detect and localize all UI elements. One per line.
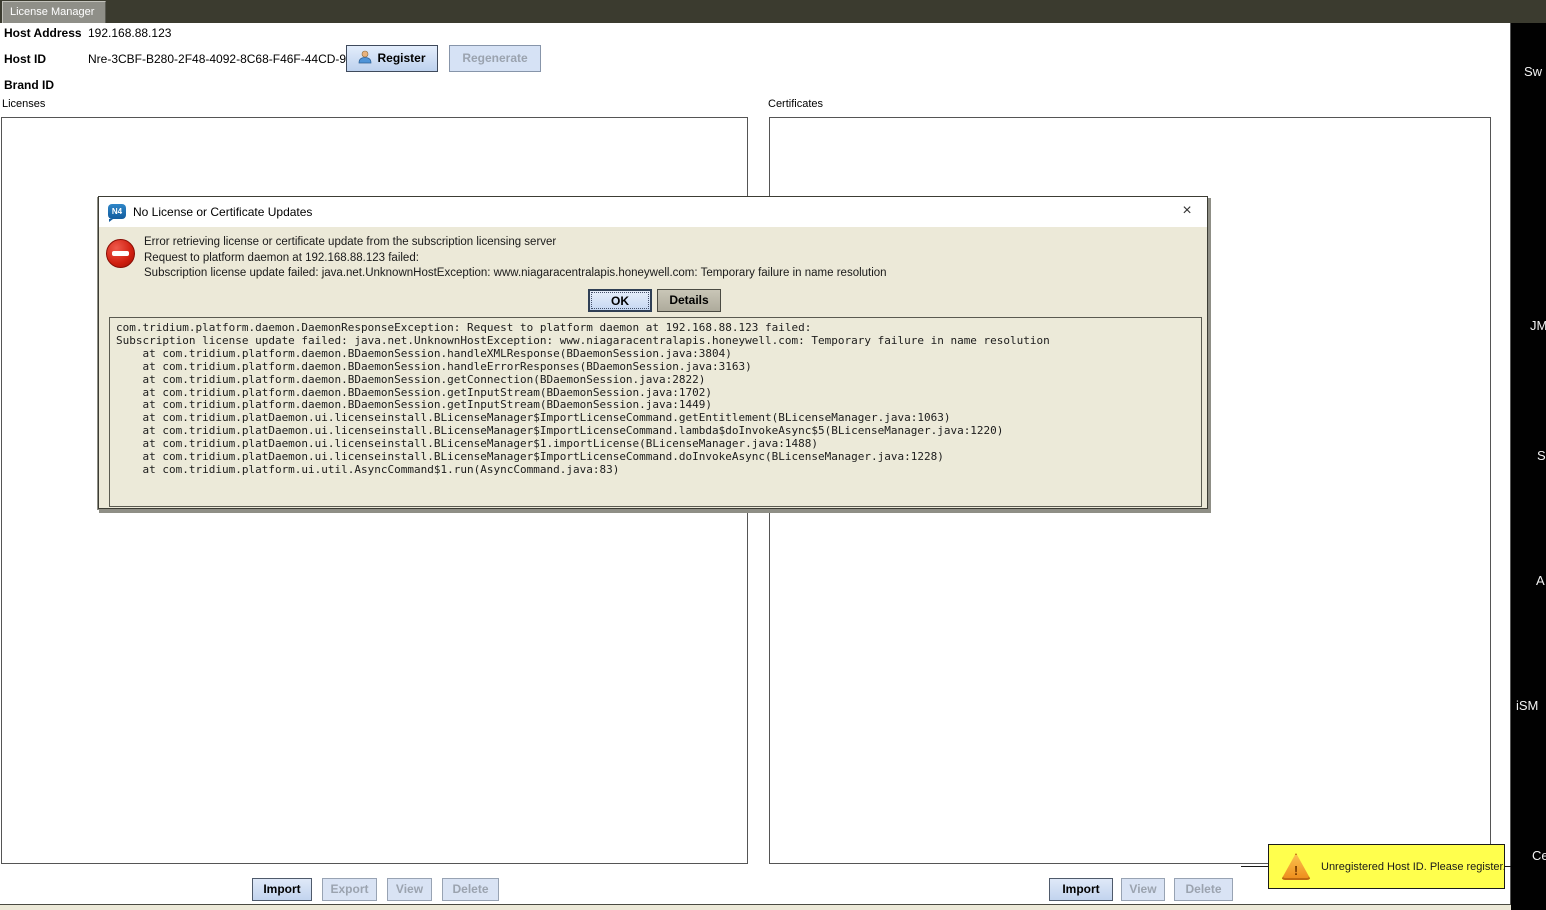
regenerate-button[interactable]: Regenerate	[449, 45, 541, 72]
host-address-value: 192.168.88.123	[88, 26, 171, 40]
host-id-label: Host ID	[4, 52, 46, 66]
dialog-titlebar[interactable]: N4 No License or Certificate Updates ×	[99, 197, 1207, 227]
licenses-panel-label: Licenses	[2, 98, 45, 110]
window-title-band: License Manager	[0, 0, 1546, 23]
dialog-message-line-3: Subscription license update failed: java…	[144, 266, 887, 282]
host-id-value: Nre-3CBF-B280-2F48-4092-8C68-F46F-44CD-9…	[88, 52, 367, 66]
certificates-import-button[interactable]: Import	[1049, 878, 1113, 901]
certificates-panel-label: Certificates	[768, 98, 823, 110]
licenses-export-button[interactable]: Export	[322, 878, 377, 901]
certificates-view-button[interactable]: View	[1121, 878, 1165, 901]
register-button[interactable]: Register	[346, 45, 438, 72]
brand-id-label: Brand ID	[4, 78, 54, 92]
details-button[interactable]: Details	[657, 289, 721, 312]
error-dialog: N4 No License or Certificate Updates × E…	[98, 196, 1208, 509]
certificates-delete-button[interactable]: Delete	[1174, 878, 1233, 901]
desktop-label: iSM	[1516, 698, 1538, 713]
regenerate-button-label: Regenerate	[462, 51, 527, 65]
desktop-label: JM	[1530, 318, 1546, 333]
register-button-label: Register	[377, 51, 425, 65]
n4-app-icon: N4	[108, 204, 126, 219]
desktop-label: Ce	[1532, 848, 1546, 863]
licenses-import-button[interactable]: Import	[252, 878, 312, 901]
status-strip	[0, 904, 1511, 910]
licenses-delete-button[interactable]: Delete	[442, 878, 499, 901]
warning-icon	[1281, 853, 1311, 880]
tooltip-text: Unregistered Host ID. Please register.	[1321, 861, 1506, 873]
desktop-label: A	[1536, 573, 1545, 588]
tab-license-manager[interactable]: License Manager	[2, 1, 106, 23]
dialog-message-line-2: Request to platform daemon at 192.168.88…	[144, 251, 887, 267]
host-address-label: Host Address	[4, 26, 82, 40]
licenses-view-button[interactable]: View	[387, 878, 432, 901]
dialog-message: Error retrieving license or certificate …	[144, 235, 887, 282]
stack-trace-text: com.tridium.platform.daemon.DaemonRespon…	[110, 318, 1201, 481]
tooltip-callout-line	[1241, 866, 1268, 867]
dialog-title: No License or Certificate Updates	[133, 205, 312, 219]
error-icon	[106, 239, 135, 268]
stack-trace-box[interactable]: com.tridium.platform.daemon.DaemonRespon…	[109, 317, 1202, 507]
close-icon[interactable]: ×	[1177, 201, 1197, 221]
desktop-label: Sw	[1524, 64, 1542, 79]
dialog-message-line-1: Error retrieving license or certificate …	[144, 235, 887, 251]
desktop-background: Sw JM S A iSM Ce	[1511, 23, 1546, 910]
ok-button[interactable]: OK	[588, 289, 652, 312]
unregistered-host-tooltip: Unregistered Host ID. Please register.	[1268, 844, 1505, 889]
desktop-label: S	[1537, 448, 1546, 463]
person-icon	[358, 48, 372, 62]
